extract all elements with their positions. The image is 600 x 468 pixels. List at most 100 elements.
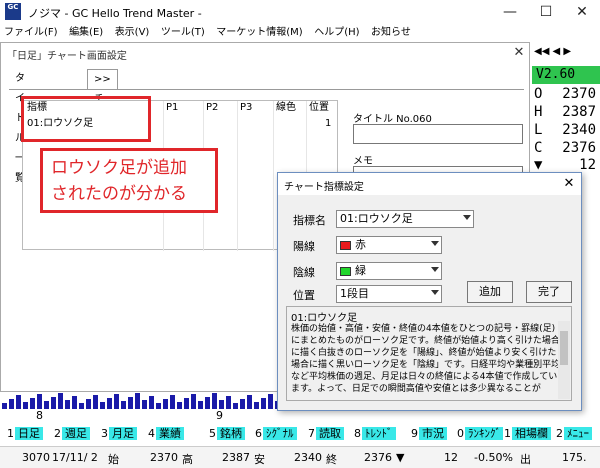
volume-bar (247, 395, 252, 409)
annotation-highlight (21, 96, 151, 142)
fkey-market[interactable]: 9 市況 (410, 426, 447, 442)
volume-bar (30, 398, 35, 409)
volume-bar (114, 394, 119, 409)
color-swatch (340, 240, 351, 250)
fkey-trend[interactable]: 8 ﾄﾚﾝﾄﾞ (353, 426, 396, 442)
volume-bar (23, 402, 28, 409)
menu-tools[interactable]: ツール(T) (157, 24, 209, 42)
volume-bar (163, 399, 168, 409)
memo-label: メモ (353, 156, 373, 167)
description-scrollbar[interactable] (558, 321, 570, 399)
volume-bar (219, 400, 224, 409)
volume-bar (191, 394, 196, 409)
table-header-p2: P2 (206, 102, 219, 113)
menu-edit[interactable]: 編集(E) (65, 24, 107, 42)
annotation-callout: ロウソク足が追加 されたのが分かる (40, 148, 218, 213)
annotation-line-2: されたのが分かる (51, 184, 187, 204)
fkey-menu[interactable]: 2 ﾒﾆｭｰ (555, 426, 592, 442)
menu-file[interactable]: ファイル(F) (0, 24, 62, 42)
close-button[interactable]: ✕ (564, 2, 600, 22)
table-header-line-color: 線色 (276, 102, 296, 113)
status-close: 2376 (364, 451, 392, 464)
description-text: 株価の始値・高値・安値・終値の4本値をひとつの記号・罫線(足)にまとめたものがロ… (291, 324, 561, 394)
chart-settings-close-button[interactable]: ✕ (509, 43, 529, 63)
volume-bar (72, 396, 77, 409)
open-price: O 2370 (534, 86, 596, 102)
menu-market-info[interactable]: マーケット情報(M) (212, 24, 306, 42)
indicator-description: 01:ロウソク足 株価の始値・高値・安値・終値の4本値をひとつの記号・罫線(足)… (286, 306, 572, 401)
status-volume-label: 出 (520, 453, 531, 466)
volume-bar (100, 402, 105, 409)
status-open: 2370 (150, 451, 178, 464)
table-header-position: 位置 (309, 102, 329, 113)
function-key-bar: 1 日足 2 週足 3 月足 4 業績 5 銘柄 6 ｼｸﾞﾅﾙ 7 読取 8 ﾄﾚﾝﾄﾞ 9市… (0, 424, 600, 444)
high-price: H 2387 (534, 104, 596, 120)
dialog-close-button[interactable]: ✕ (558, 173, 580, 195)
fkey-weekly[interactable]: 2 週足 (53, 426, 90, 442)
version-label: V2.60 (532, 66, 600, 84)
status-high: 2387 (222, 451, 250, 464)
status-change: 12 (444, 451, 458, 464)
up-line-color-select[interactable]: 赤 (336, 236, 442, 254)
status-bar: 3070 17/11/ 2 始 2370 高 2387 安 2340 終 237… (0, 446, 600, 468)
app-title: ノジマ - GC Hello Trend Master - (28, 7, 202, 20)
chevron-down-icon (431, 290, 439, 295)
fkey-read[interactable]: 7 読取 (307, 426, 344, 442)
table-header-p1: P1 (166, 102, 179, 113)
volume-bar (135, 393, 140, 409)
volume-bar (149, 396, 154, 409)
chevron-down-icon (463, 215, 471, 220)
minimize-button[interactable]: — (492, 2, 528, 22)
fkey-monthly[interactable]: 3 月足 (100, 426, 137, 442)
menu-view[interactable]: 表示(V) (111, 24, 154, 42)
date-tick-9: 9 (216, 409, 223, 422)
menu-help[interactable]: ヘルプ(H) (310, 24, 363, 42)
tab-chart-content[interactable]: >> チャート内容 (87, 69, 118, 205)
scrollbar-thumb[interactable] (560, 331, 568, 365)
fkey-market-column[interactable]: 1 相場欄 (503, 426, 551, 442)
status-low: 2340 (294, 451, 322, 464)
volume-bar (37, 394, 42, 409)
title-input[interactable] (353, 124, 523, 144)
chart-settings-title: 「日足」チャート画面設定 (7, 51, 127, 62)
volume-bar (107, 398, 112, 409)
menu-news[interactable]: お知らせ (367, 24, 415, 42)
status-code: 3070 (22, 451, 50, 464)
down-line-color-select[interactable]: 緑 (336, 262, 442, 280)
app-logo-icon: GC (5, 3, 21, 20)
chart-nav-buttons[interactable]: ◀◀ ◀ ▶ (534, 46, 598, 62)
indicator-name-select[interactable]: 01:ロウソク足 (336, 210, 474, 228)
chevron-down-icon (431, 241, 439, 246)
maximize-button[interactable]: ☐ (528, 2, 564, 22)
menu-bar: ファイル(F) 編集(E) 表示(V) ツール(T) マーケット情報(M) ヘル… (0, 24, 600, 42)
fkey-signal[interactable]: 6 ｼｸﾞﾅﾙ (254, 426, 297, 442)
volume-bar (128, 397, 133, 409)
done-button[interactable]: 完了 (526, 281, 572, 303)
volume-bar (268, 394, 273, 409)
status-volume: 175. (562, 451, 587, 464)
fkey-earnings[interactable]: 4 業績 (147, 426, 184, 442)
status-open-label: 始 (108, 453, 119, 466)
volume-bar (86, 399, 91, 409)
volume-bar (16, 395, 21, 409)
title-number-label: タイトル No.060 (353, 114, 432, 125)
position-select[interactable]: 1段目 (336, 285, 442, 303)
fkey-stock[interactable]: 5 銘柄 (208, 426, 245, 442)
fkey-ranking[interactable]: 0 ﾗﾝｷﾝｸﾞ (456, 426, 504, 442)
tab-title-list[interactable]: タイトル一覧 (9, 69, 31, 184)
status-high-label: 高 (182, 453, 193, 466)
fkey-daily[interactable]: 1 日足 (6, 426, 43, 442)
volume-bar (226, 396, 231, 409)
status-change-pct: -0.50% (474, 451, 513, 464)
status-low-label: 安 (254, 453, 265, 466)
volume-bar (212, 393, 217, 409)
volume-bar (198, 401, 203, 409)
chevron-down-icon (431, 267, 439, 272)
date-axis: 8 9 (0, 409, 530, 423)
description-title: 01:ロウソク足 (291, 313, 358, 324)
annotation-line-1: ロウソク足が追加 (51, 158, 187, 178)
volume-bar (261, 398, 266, 409)
volume-bar (184, 398, 189, 409)
add-button[interactable]: 追加 (467, 281, 513, 303)
position-label: 位置 (293, 289, 315, 302)
